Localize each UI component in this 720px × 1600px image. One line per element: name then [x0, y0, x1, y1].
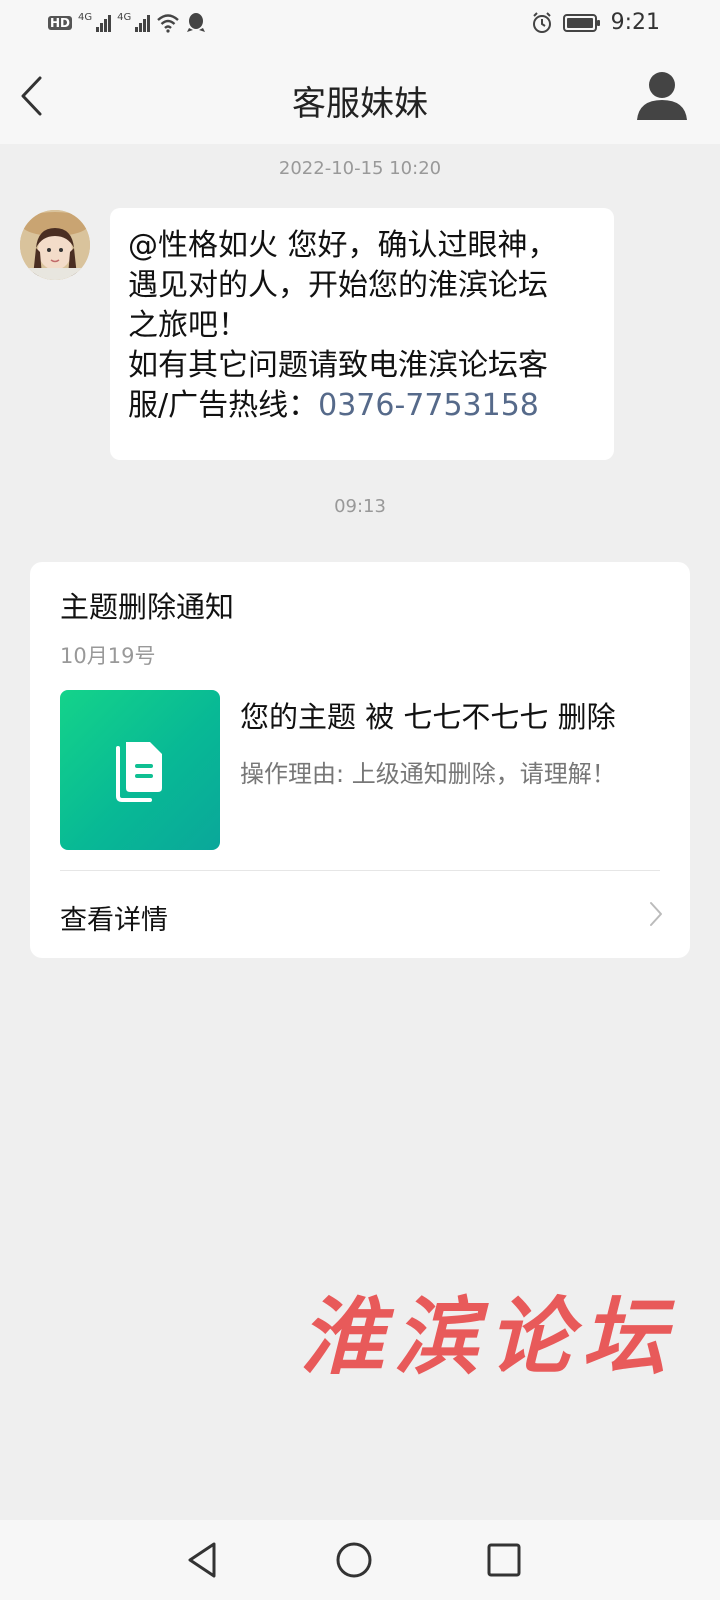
- avatar[interactable]: [20, 210, 90, 280]
- nav-bar: 客服妹妹: [0, 48, 720, 144]
- hd-icon: HD: [48, 16, 73, 30]
- message-line: 服/广告热线：0376-7753158: [128, 386, 598, 426]
- notice-reason: 操作理由: 上级通知删除，请理解！: [240, 760, 616, 788]
- watermark: 淮滨论坛: [300, 1287, 677, 1386]
- back-triangle-icon[interactable]: [184, 1540, 220, 1580]
- notice-date: 10月19号: [60, 644, 156, 668]
- status-left: HD 4G 4G: [48, 12, 206, 34]
- view-details-link[interactable]: 查看详情: [60, 898, 168, 937]
- alarm-icon: [532, 11, 551, 33]
- hotline-label: 服/广告热线：: [128, 388, 319, 423]
- status-right: 9:21: [531, 10, 660, 35]
- chat-timestamp: 09:13: [334, 496, 386, 517]
- qq-icon: [187, 13, 206, 32]
- battery-icon: [562, 13, 600, 32]
- notice-message: 您的主题 被 七七不七七 删除: [240, 700, 616, 734]
- page-title: 客服妹妹: [292, 84, 428, 124]
- signal-icon: [135, 14, 151, 32]
- home-circle-icon[interactable]: [334, 1540, 374, 1580]
- avatar-image: [20, 210, 90, 280]
- wifi-icon: [157, 14, 180, 33]
- system-nav-bar: [0, 1520, 720, 1600]
- message-line: 之旅吧！: [128, 308, 248, 343]
- network-type-1: 4G: [78, 12, 93, 23]
- person-icon: [637, 72, 687, 120]
- chevron-right-icon[interactable]: [648, 900, 664, 928]
- message-line: 如有其它问题请致电淮滨论坛客: [128, 348, 548, 383]
- signal-icon: [96, 14, 112, 32]
- recents-square-icon[interactable]: [484, 1540, 524, 1580]
- message-line: 遇见对的人，开始您的淮滨论坛: [128, 268, 548, 303]
- notice-title: 主题删除通知: [60, 590, 235, 624]
- chat-timestamp: 2022-10-15 10:20: [278, 158, 442, 179]
- status-bar: HD 4G 4G 9:21: [0, 0, 720, 48]
- clock: 9:21: [610, 10, 660, 35]
- message-bubble[interactable]: @性格如火 您好，确认过眼神， 遇见对的人，开始您的淮滨论坛 之旅吧！ 如有其它…: [110, 208, 614, 460]
- document-icon: [116, 742, 162, 802]
- phone-link[interactable]: 0376-7753158: [318, 388, 539, 423]
- network-type-2: 4G: [117, 12, 132, 23]
- profile-button[interactable]: [634, 68, 690, 124]
- divider: [60, 870, 660, 871]
- notice-thumbnail: [60, 690, 220, 850]
- message-line: @性格如火 您好，确认过眼神，: [128, 228, 558, 263]
- notice-card[interactable]: 主题删除通知 10月19号 您的主题 被 七七不七七 删除 操作理由: 上级通知…: [30, 562, 690, 958]
